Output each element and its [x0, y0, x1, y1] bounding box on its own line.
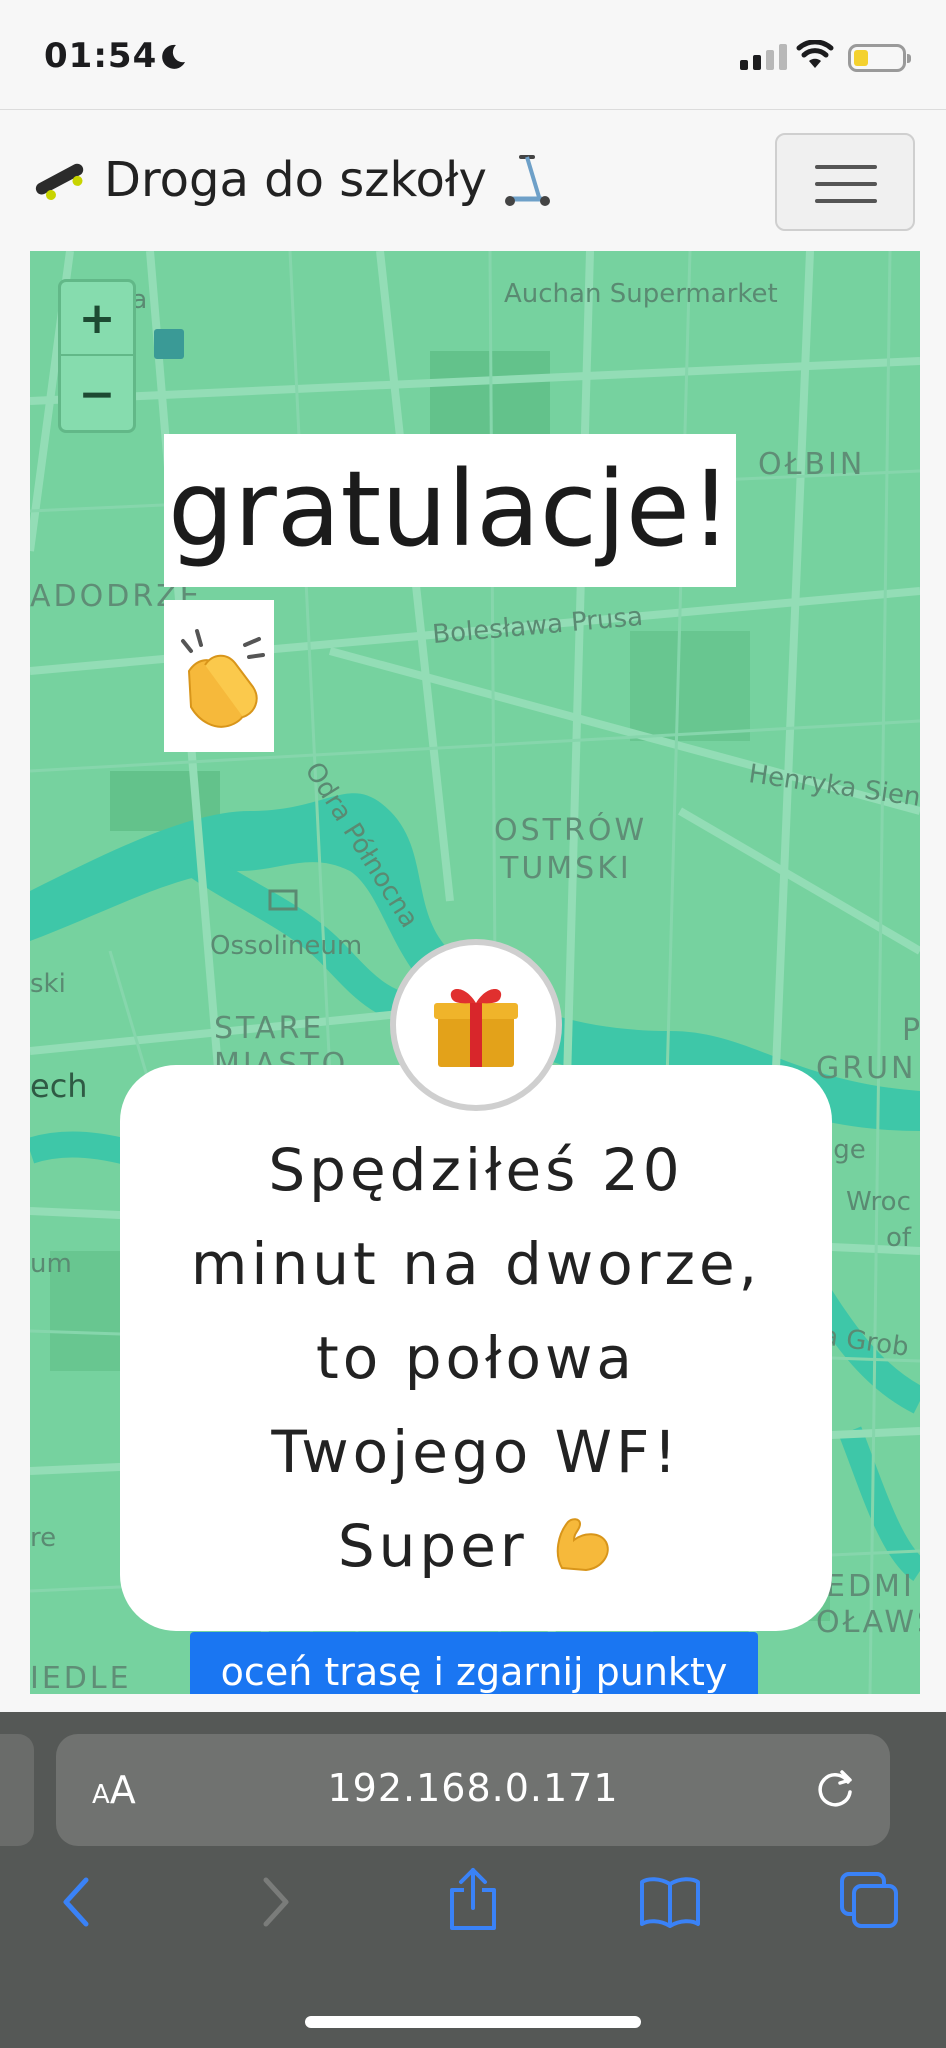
map-label: OŁAWS — [816, 1605, 920, 1640]
brand-title: Droga do szkoły — [104, 152, 487, 208]
congrats-title: gratulacje! — [164, 434, 736, 587]
message-text: Spędziłeś 20 minut na dworze, to połowa … — [176, 1123, 776, 1593]
hamburger-menu-button[interactable] — [775, 133, 915, 231]
gift-badge — [390, 939, 562, 1111]
message-card: Spędziłeś 20 minut na dworze, to połowa … — [120, 1065, 832, 1631]
map-label: um — [30, 1249, 72, 1279]
zoom-in-button[interactable]: + — [61, 282, 133, 356]
brand[interactable]: Droga do szkoły — [30, 151, 559, 209]
url-text: 192.168.0.171 — [327, 1766, 619, 1810]
status-time: 01:54 — [44, 36, 158, 76]
map-label: GRUN — [816, 1051, 917, 1086]
scooter-icon — [504, 155, 550, 206]
moon-icon — [162, 44, 185, 69]
browser-toolbar: AA 192.168.0.171 — [0, 1712, 946, 2048]
clapping-hands-icon — [164, 600, 274, 752]
map-label: Auchan Supermarket — [504, 279, 778, 309]
previous-tab-preview[interactable] — [0, 1734, 34, 1846]
skateboard-icon — [35, 163, 84, 200]
wifi-icon — [796, 40, 834, 68]
home-indicator — [305, 2016, 641, 2028]
message-line: minut na dworze, — [190, 1230, 762, 1298]
message-line: to połowa — [316, 1324, 636, 1392]
gift-icon — [434, 989, 518, 1067]
map-label: Wroc — [846, 1187, 911, 1217]
message-line: Spędziłeś 20 — [268, 1136, 684, 1204]
book-icon[interactable] — [638, 1874, 702, 1930]
back-chevron-icon[interactable] — [56, 1874, 96, 1930]
zoom-out-button[interactable]: − — [61, 357, 133, 431]
message-line: Twojego WF! — [271, 1418, 681, 1486]
message-line: Super — [337, 1512, 528, 1580]
battery-icon — [848, 44, 911, 72]
map[interactable]: owska Auchan Supermarket OŁBIN ADODRZE B… — [30, 251, 920, 1694]
share-icon[interactable] — [446, 1866, 500, 1932]
address-bar[interactable]: AA 192.168.0.171 — [56, 1734, 890, 1846]
map-label: ski — [30, 969, 66, 999]
map-label: P — [902, 1013, 920, 1048]
map-label: of — [886, 1223, 912, 1253]
map-label: ech — [30, 1067, 88, 1105]
map-label: STARE — [214, 1011, 325, 1046]
forward-chevron-icon[interactable] — [256, 1874, 296, 1930]
battery-level — [854, 50, 868, 66]
message-line-last: Super — [176, 1499, 776, 1593]
zoom-control: + − — [58, 279, 136, 433]
navbar: Droga do szkoły — [0, 111, 946, 251]
reload-icon[interactable] — [812, 1766, 858, 1812]
map-label: Ossolineum — [210, 931, 363, 961]
cellular-signal-icon — [740, 44, 787, 70]
map-label: EDMI — [826, 1569, 915, 1604]
tabs-icon[interactable] — [838, 1870, 900, 1930]
map-label: OŁBIN — [758, 447, 866, 482]
map-label: OSTRÓW — [494, 813, 648, 848]
rate-route-button[interactable]: oceń trasę i zgarnij punkty — [190, 1632, 758, 1694]
map-label: IEDLE — [30, 1661, 132, 1694]
map-label: TUMSKI — [500, 851, 632, 886]
status-bar: 01:54 — [0, 0, 946, 110]
map-label: re — [30, 1523, 57, 1553]
flexed-biceps-icon — [556, 1518, 609, 1572]
